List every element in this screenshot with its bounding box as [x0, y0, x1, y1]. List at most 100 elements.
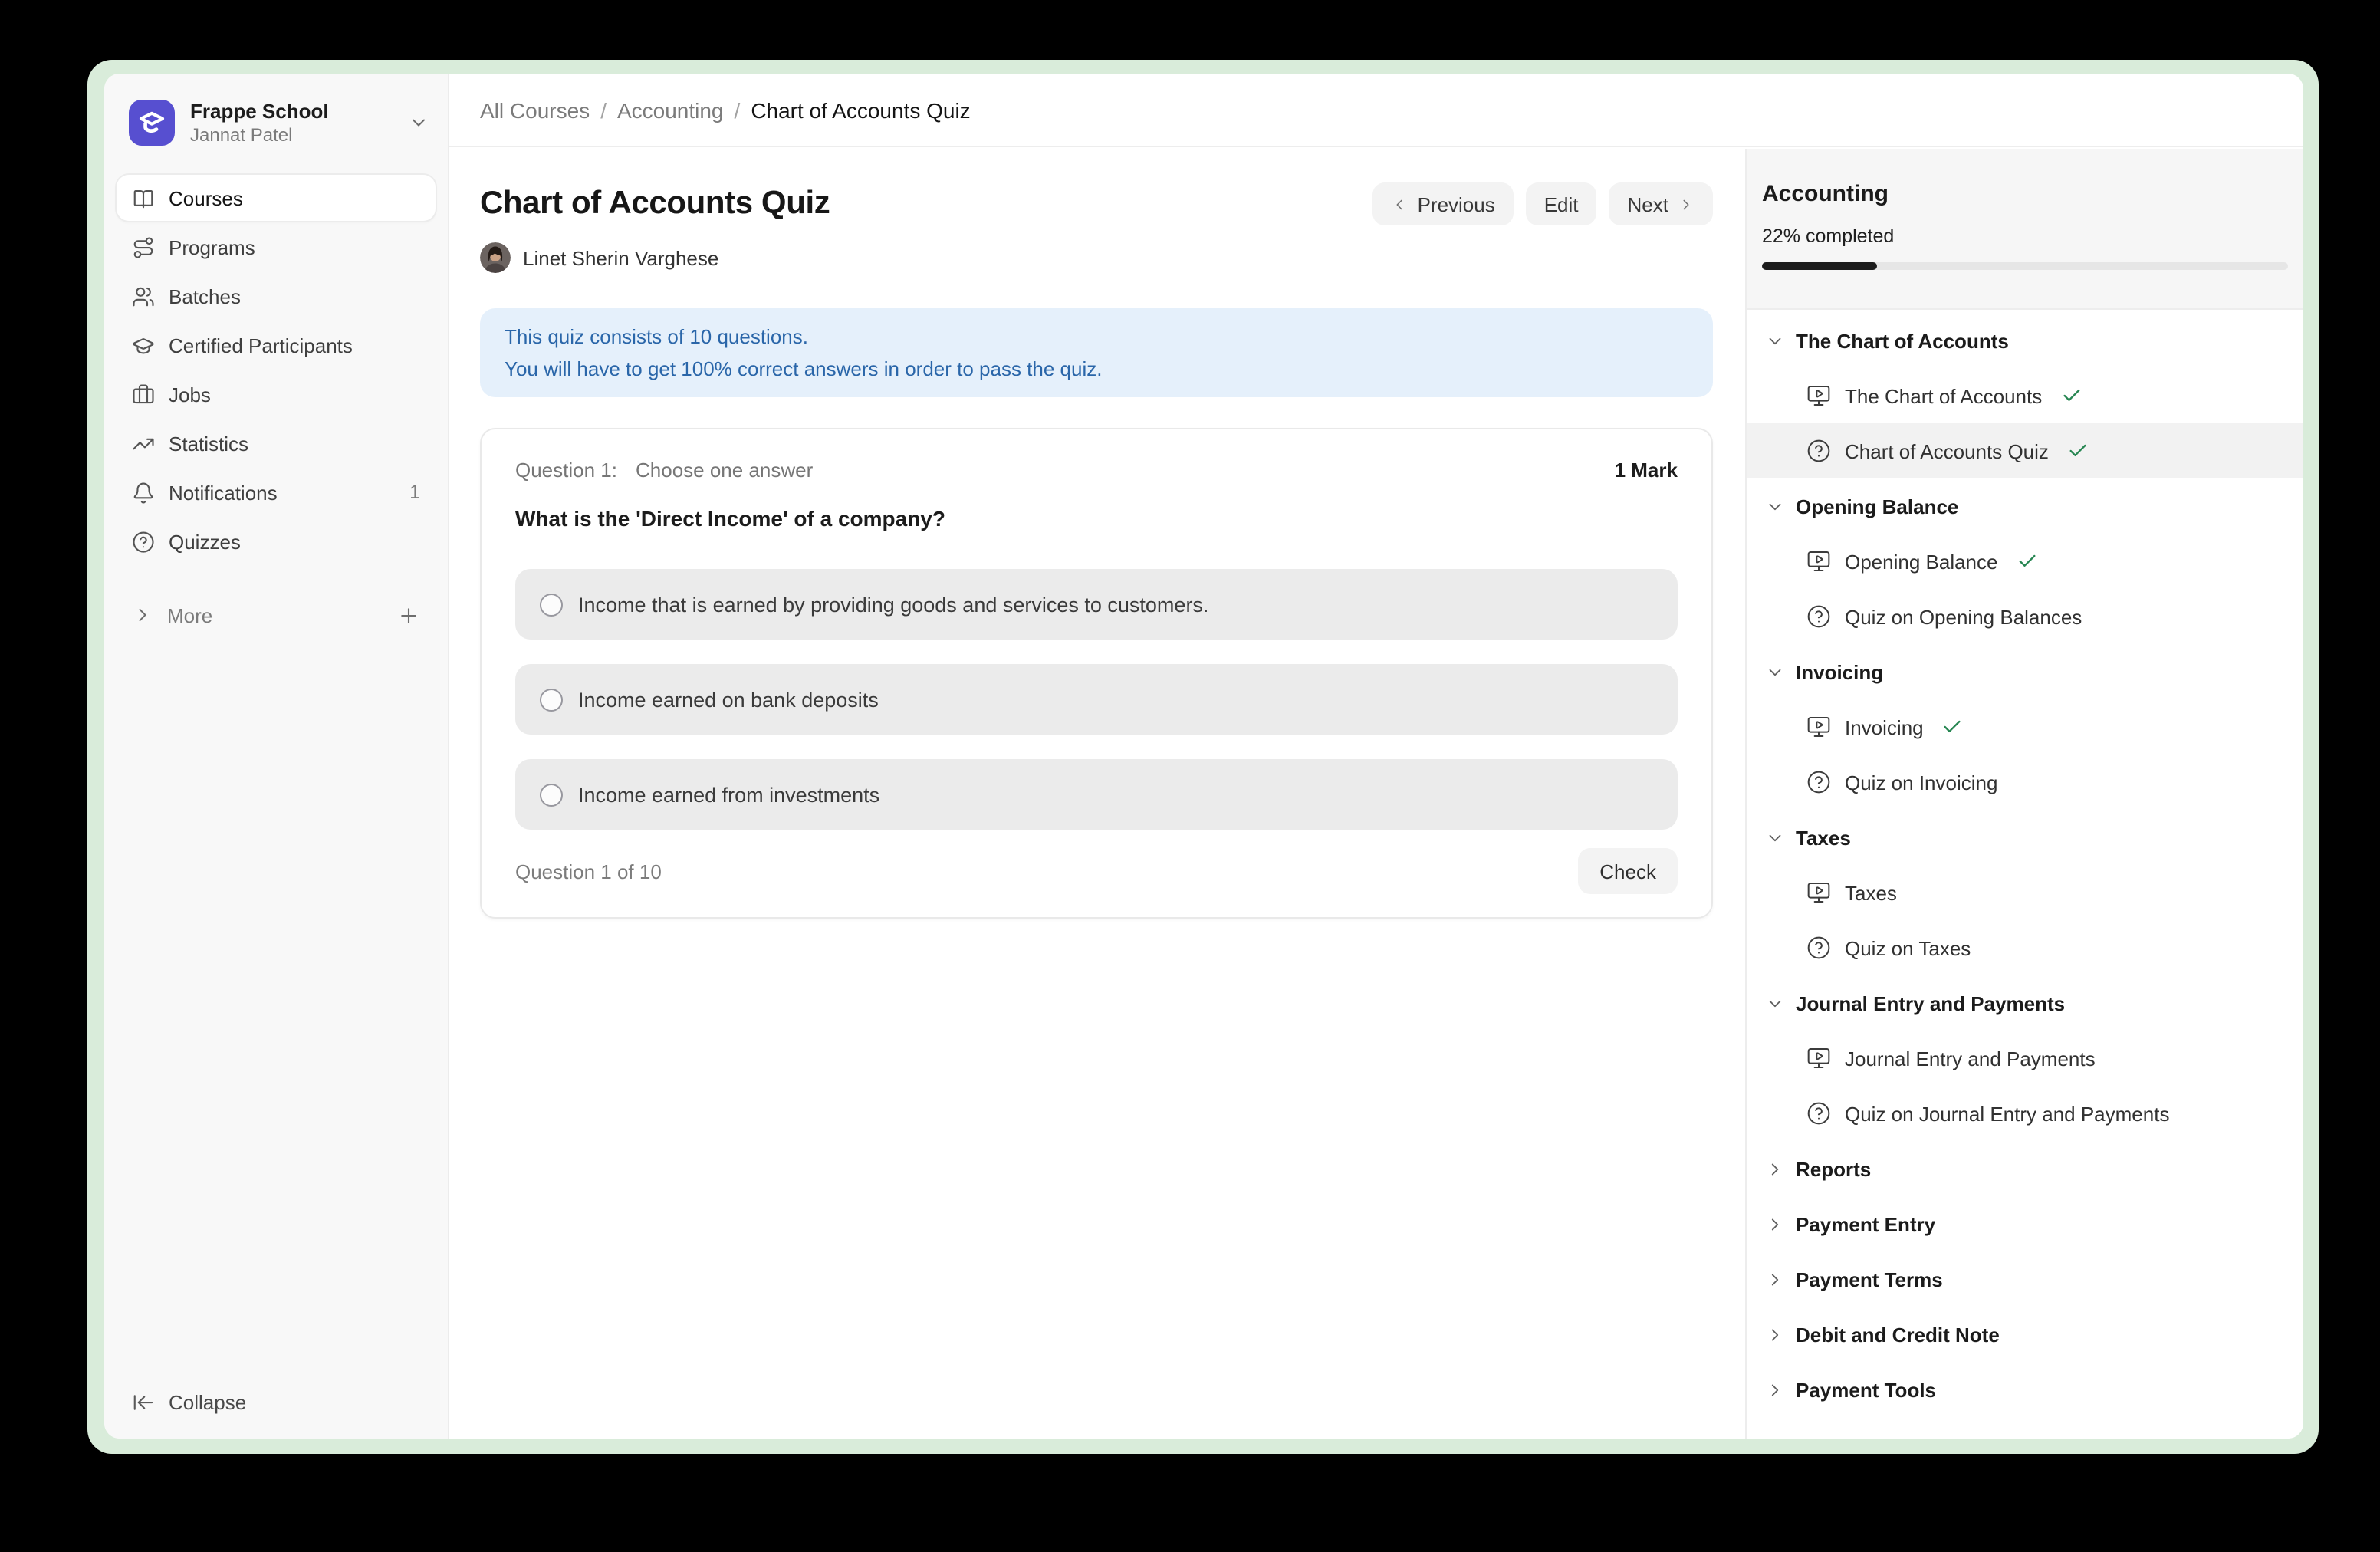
lesson-row-quiz-on-journal-entry-and-payments[interactable]: Quiz on Journal Entry and Payments: [1747, 1086, 2303, 1141]
chapter-row-the-chart-of-accounts[interactable]: The Chart of Accounts: [1747, 313, 2303, 368]
app-window: Frappe School Jannat Patel Courses Progra…: [104, 74, 2303, 1439]
sidebar-item-courses[interactable]: Courses: [117, 175, 436, 221]
radio-button[interactable]: [540, 688, 563, 711]
course-progress-label: 22% completed: [1762, 224, 2288, 248]
sidebar-item-batches[interactable]: Batches: [117, 273, 436, 319]
question-marks: 1 Mark: [1615, 457, 1678, 483]
page-actions: Previous Edit Next: [1373, 182, 1713, 225]
sidebar-more[interactable]: More: [117, 592, 436, 638]
breadcrumb-current: Chart of Accounts Quiz: [751, 97, 970, 122]
help-circle-icon: [1806, 1101, 1831, 1126]
answer-option[interactable]: Income earned from investments: [515, 759, 1678, 830]
chevron-down-icon: [1765, 993, 1785, 1013]
chapter-row-journal-entry-and-payments[interactable]: Journal Entry and Payments: [1747, 975, 2303, 1031]
lesson-title: Invoicing: [1845, 715, 1924, 738]
check-icon: [2067, 440, 2089, 462]
users-icon: [132, 284, 155, 307]
lesson-title: Opening Balance: [1845, 550, 1998, 573]
quiz-progress-label: Question 1 of 10: [515, 860, 662, 883]
chevron-down-icon: [1765, 330, 1785, 350]
quiz-card: Question 1: Choose one answer 1 Mark Wha…: [480, 428, 1713, 919]
course-progress-bar: [1762, 262, 2288, 270]
radio-button[interactable]: [540, 593, 563, 616]
answer-option[interactable]: Income earned on bank deposits: [515, 664, 1678, 735]
help-circle-icon: [1806, 935, 1831, 960]
breadcrumb-all-courses[interactable]: All Courses: [480, 97, 590, 122]
sidebar-item-statistics[interactable]: Statistics: [117, 420, 436, 466]
breadcrumb-accounting[interactable]: Accounting: [617, 97, 724, 122]
sidebar-item-programs[interactable]: Programs: [117, 224, 436, 270]
book-open-icon: [132, 186, 155, 209]
collapse-label: Collapse: [169, 1390, 246, 1413]
school-switcher[interactable]: Frappe School Jannat Patel: [129, 97, 429, 149]
chapter-row-payment-tools[interactable]: Payment Tools: [1747, 1362, 2303, 1417]
chapter-row-taxes[interactable]: Taxes: [1747, 810, 2303, 865]
sidebar-item-label: Batches: [169, 284, 241, 307]
lesson-row-invoicing[interactable]: Invoicing: [1747, 699, 2303, 755]
lesson-title: Quiz on Invoicing: [1845, 771, 1997, 794]
help-circle-icon: [1806, 770, 1831, 794]
answer-option-label: Income earned on bank deposits: [578, 688, 879, 711]
sidebar-item-label: Courses: [169, 186, 243, 209]
collapse-sidebar-button[interactable]: Collapse: [117, 1379, 261, 1425]
breadcrumb-separator: /: [600, 97, 607, 122]
lesson-row-chart-of-accounts-quiz[interactable]: Chart of Accounts Quiz: [1747, 423, 2303, 478]
lesson-row-quiz-on-invoicing[interactable]: Quiz on Invoicing: [1747, 755, 2303, 810]
monitor-play-icon: [1806, 383, 1831, 408]
lesson-title: Journal Entry and Payments: [1845, 1047, 2096, 1070]
chapter-row-opening-balance[interactable]: Opening Balance: [1747, 478, 2303, 534]
chapter-title: Debit and Credit Note: [1796, 1323, 2000, 1346]
lesson-row-quiz-on-taxes[interactable]: Quiz on Taxes: [1747, 920, 2303, 975]
previous-button[interactable]: Previous: [1373, 182, 1514, 225]
user-name: Jannat Patel: [190, 123, 329, 146]
sidebar-item-label: Programs: [169, 235, 255, 258]
author: Linet Sherin Varghese: [480, 242, 718, 273]
desktop-background: Frappe School Jannat Patel Courses Progra…: [0, 0, 2380, 1552]
lesson-row-taxes[interactable]: Taxes: [1747, 865, 2303, 920]
route-icon: [132, 235, 155, 258]
banner-line: You will have to get 100% correct answer…: [505, 353, 1688, 385]
sidebar-item-quizzes[interactable]: Quizzes: [117, 518, 436, 564]
answer-option[interactable]: Income that is earned by providing goods…: [515, 569, 1678, 640]
sidebar-item-notifications[interactable]: Notifications1: [117, 469, 436, 515]
chapter-row-debit-and-credit-note[interactable]: Debit and Credit Note: [1747, 1307, 2303, 1362]
lesson-row-opening-balance[interactable]: Opening Balance: [1747, 534, 2303, 589]
chapter-row-payment-terms[interactable]: Payment Terms: [1747, 1251, 2303, 1307]
chevron-right-icon: [1678, 196, 1695, 212]
edit-button[interactable]: Edit: [1526, 182, 1597, 225]
check-icon: [2017, 551, 2038, 572]
chapter-row-reports[interactable]: Reports: [1747, 1141, 2303, 1196]
chevron-left-icon: [1392, 196, 1409, 212]
sidebar-item-jobs[interactable]: Jobs: [117, 371, 436, 417]
chapter-title: Payment Entry: [1796, 1212, 1935, 1235]
answer-options: Income that is earned by providing goods…: [515, 569, 1678, 830]
sidebar-item-label: Jobs: [169, 383, 211, 406]
sidebar-item-certified-participants[interactable]: Certified Participants: [117, 322, 436, 368]
radio-button[interactable]: [540, 783, 563, 806]
question-instruction: Choose one answer: [636, 457, 813, 483]
arrow-left-to-line-icon: [132, 1390, 155, 1413]
lesson-row-journal-entry-and-payments[interactable]: Journal Entry and Payments: [1747, 1031, 2303, 1086]
lesson-title: Chart of Accounts Quiz: [1845, 439, 2049, 462]
help-circle-icon: [1806, 439, 1831, 463]
sidebar-item-label: Certified Participants: [169, 334, 353, 357]
sidebar-item-label: Statistics: [169, 432, 248, 455]
graduation-cap-icon: [132, 334, 155, 357]
check-button[interactable]: Check: [1578, 848, 1678, 894]
lesson-row-the-chart-of-accounts[interactable]: The Chart of Accounts: [1747, 368, 2303, 423]
plus-icon[interactable]: [397, 603, 420, 626]
chevron-down-icon: [1765, 496, 1785, 516]
trending-up-icon: [132, 432, 155, 455]
course-outline-list: The Chart of AccountsThe Chart of Accoun…: [1747, 310, 2303, 1417]
course-title: Accounting: [1762, 179, 2288, 209]
lesson-row-quiz-on-opening-balances[interactable]: Quiz on Opening Balances: [1747, 589, 2303, 644]
quiz-info-banner: This quiz consists of 10 questions. You …: [480, 308, 1713, 397]
notification-count: 1: [409, 482, 420, 503]
chapter-row-invoicing[interactable]: Invoicing: [1747, 644, 2303, 699]
chevron-down-icon: [408, 112, 429, 133]
chevron-down-icon: [1765, 662, 1785, 682]
chapter-row-payment-entry[interactable]: Payment Entry: [1747, 1196, 2303, 1251]
chevron-right-icon: [1765, 1159, 1785, 1179]
next-button[interactable]: Next: [1609, 182, 1713, 225]
help-circle-icon: [132, 530, 155, 553]
